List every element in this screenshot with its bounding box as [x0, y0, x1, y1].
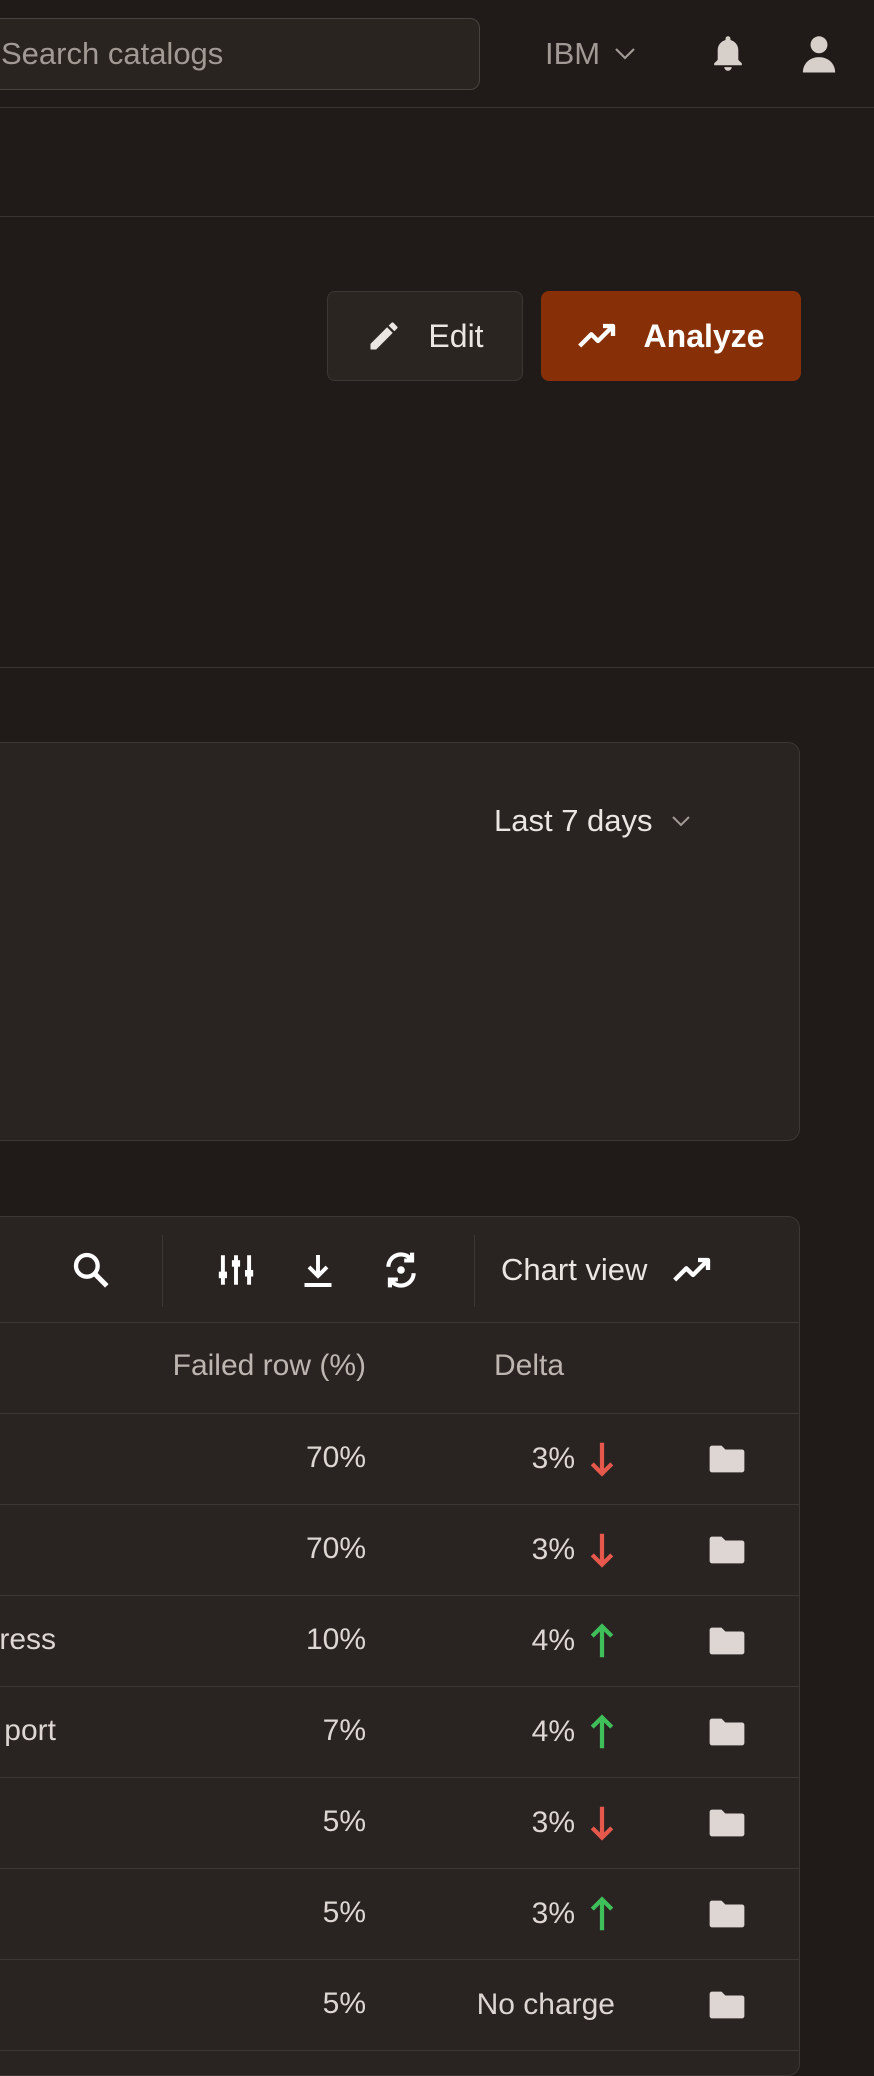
- date-range-label: Last 7 days: [494, 803, 653, 838]
- delta-value: 4%: [531, 1624, 575, 1657]
- delta-value: 4%: [531, 1715, 575, 1748]
- chart-view-button[interactable]: Chart view: [501, 1243, 713, 1297]
- table-row[interactable]: port 7% 4%: [0, 1687, 799, 1778]
- chevron-down-icon: [671, 816, 690, 827]
- profile-button[interactable]: [793, 28, 845, 80]
- arrow-down-icon: [590, 1442, 614, 1477]
- table-row[interactable]: 5% No charge: [0, 1960, 799, 2051]
- org-switcher[interactable]: IBM: [545, 30, 636, 78]
- refresh-icon: [386, 1252, 416, 1288]
- notifications-button[interactable]: [702, 28, 754, 80]
- cell-delta: 4%: [532, 1616, 615, 1666]
- table-row[interactable]: dress 10% 4%: [0, 1596, 799, 1687]
- trending-up-icon: [577, 323, 615, 348]
- column-header-delta[interactable]: Delta: [494, 1349, 564, 1383]
- search-placeholder: Search catalogs: [1, 36, 224, 71]
- table-search-button[interactable]: [65, 1244, 117, 1296]
- trending-up-icon: [673, 1257, 711, 1282]
- toolbar-divider: [162, 1235, 163, 1307]
- arrow-down-icon: [590, 1806, 614, 1841]
- analyze-label: Analyze: [643, 317, 765, 354]
- bell-icon: [714, 36, 742, 71]
- cell-failed-row: 70%: [305, 1532, 366, 1565]
- arrow-up-icon: [590, 1623, 614, 1658]
- cell-delta: 3%: [532, 1889, 615, 1939]
- open-folder-button[interactable]: [708, 1895, 746, 1933]
- cell-failed-row: 7%: [322, 1714, 366, 1747]
- user-icon: [802, 36, 836, 73]
- folder-icon: [709, 1991, 745, 2019]
- toolbar-divider: [474, 1235, 475, 1307]
- folder-icon: [709, 1718, 745, 1746]
- settings-sliders-icon: [218, 1255, 254, 1285]
- chevron-down-icon: [615, 48, 635, 60]
- cell-delta: 3%: [532, 1525, 615, 1575]
- folder-icon: [709, 1445, 745, 1473]
- table-settings-button[interactable]: [210, 1244, 262, 1296]
- delta-value: No charge: [476, 1988, 615, 2021]
- data-table-card: Chart view Failed row (%) Delta 70% 3% 70%…: [0, 1216, 800, 2076]
- arrow-up-icon: [590, 1714, 614, 1749]
- table-row[interactable]: 5% 3%: [0, 1869, 799, 1960]
- delta-value: 3%: [531, 1897, 575, 1930]
- cell-failed-row: 10%: [305, 1623, 366, 1656]
- folder-icon: [709, 1627, 745, 1655]
- cell-failed-row: 5%: [322, 1805, 366, 1838]
- cell-failed-row: 5%: [322, 1987, 366, 2020]
- download-button[interactable]: [292, 1244, 344, 1296]
- date-range-select[interactable]: Last 7 days: [494, 803, 691, 839]
- table-row[interactable]: 5% 3%: [0, 1778, 799, 1869]
- cell-delta: 4%: [532, 1707, 615, 1757]
- open-folder-button[interactable]: [708, 1531, 746, 1569]
- refresh-button[interactable]: [375, 1244, 427, 1296]
- download-icon: [304, 1255, 332, 1287]
- open-folder-button[interactable]: [708, 1622, 746, 1660]
- cell-delta: No charge: [477, 1980, 615, 2030]
- edit-label: Edit: [428, 317, 484, 354]
- edit-button[interactable]: Edit: [327, 291, 523, 381]
- sub-navigation-bar: [0, 108, 874, 217]
- table-header: Failed row (%) Delta: [0, 1323, 799, 1414]
- arrow-down-icon: [590, 1533, 614, 1568]
- arrow-up-icon: [590, 1896, 614, 1931]
- folder-icon: [709, 1900, 745, 1928]
- table-row[interactable]: 70% 3%: [0, 1414, 799, 1505]
- delta-value: 3%: [531, 1442, 575, 1475]
- delta-value: 3%: [531, 1533, 575, 1566]
- open-folder-button[interactable]: [708, 1440, 746, 1478]
- org-name: IBM: [545, 36, 601, 71]
- summary-card: Last 7 days: [0, 742, 800, 1141]
- cell-failed-row: 5%: [322, 1896, 366, 1929]
- folder-icon: [709, 1536, 745, 1564]
- table-toolbar: Chart view: [0, 1217, 799, 1323]
- cell-delta: 3%: [532, 1434, 615, 1484]
- chart-view-label: Chart view: [501, 1252, 648, 1287]
- open-folder-button[interactable]: [708, 1986, 746, 2024]
- table-row[interactable]: 70% 3%: [0, 1505, 799, 1596]
- top-bar: Search catalogs IBM: [0, 0, 874, 108]
- cell-name: port: [4, 1714, 56, 1747]
- cell-failed-row: 70%: [305, 1441, 366, 1474]
- search-input[interactable]: Search catalogs: [0, 18, 480, 90]
- cell-name: dress: [0, 1623, 56, 1656]
- page-header: Edit Analyze: [0, 217, 874, 668]
- search-icon: [73, 1252, 109, 1288]
- folder-icon: [709, 1809, 745, 1837]
- delta-value: 3%: [531, 1806, 575, 1839]
- cell-delta: 3%: [532, 1798, 615, 1848]
- column-header-failed-row[interactable]: Failed row (%): [173, 1349, 366, 1383]
- pencil-icon: [370, 322, 398, 350]
- open-folder-button[interactable]: [708, 1804, 746, 1842]
- analyze-button[interactable]: Analyze: [541, 291, 801, 381]
- open-folder-button[interactable]: [708, 1713, 746, 1751]
